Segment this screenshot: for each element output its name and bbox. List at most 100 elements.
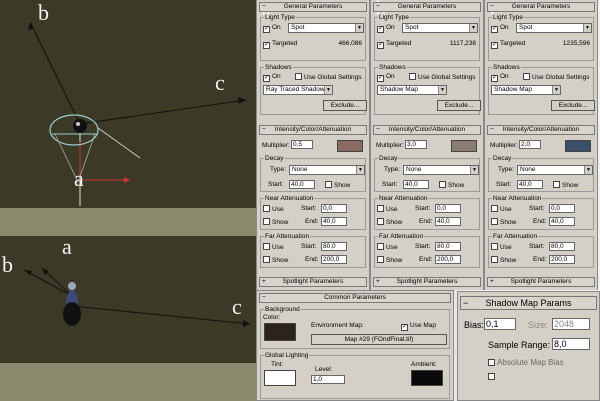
near-attenuation-group: Near Attenuation Use Start: 0,0 Show End… [260, 195, 366, 230]
rollout-general-parameters[interactable]: − General Parameters [487, 2, 595, 12]
far-end-spinner[interactable]: 200,0 [321, 255, 347, 264]
shadows-on-checkbox[interactable]: ✓ On [491, 73, 509, 82]
far-use-checkbox[interactable]: Use [491, 243, 512, 252]
targeted-checkbox[interactable]: ✓ Targeted [263, 40, 297, 49]
absolute-map-bias-checkbox[interactable]: Absolute Map Bias [488, 358, 564, 368]
on-checkbox[interactable]: ✓ On [491, 24, 509, 33]
light-type-group: Light Type ✓ On Spot ▼ ✓ Targeted 1235,596 [488, 14, 594, 61]
on-checkbox[interactable]: ✓ On [377, 24, 395, 33]
far-end-spinner[interactable]: 200,0 [549, 255, 575, 264]
tint-color-swatch[interactable] [264, 370, 296, 386]
shadow-type-dropdown[interactable]: Shadow Map ▼ [377, 85, 447, 95]
ground-strip-top [0, 208, 256, 236]
extra-checkbox[interactable] [488, 372, 497, 382]
decay-show-checkbox[interactable]: Show [553, 181, 578, 190]
rollout-general-parameters[interactable]: − General Parameters [373, 2, 481, 12]
near-show-checkbox[interactable]: Show [491, 218, 516, 227]
decay-type-dropdown[interactable]: None ▼ [517, 165, 593, 175]
scene-top [28, 21, 247, 206]
sample-range-spinner[interactable]: 8,0 [552, 338, 590, 350]
rollout-shadow-map-params[interactable]: − Shadow Map Params [460, 296, 597, 310]
light-type-dropdown[interactable]: Spot ▼ [288, 23, 364, 33]
decay-show-checkbox[interactable]: Show [325, 181, 350, 190]
decay-type-dropdown[interactable]: None ▼ [403, 165, 479, 175]
ambient-label: Ambient: [411, 361, 437, 368]
light-color-swatch[interactable] [565, 140, 591, 152]
rollout-intensity-color-attenuation[interactable]: − Intensity/Color/Attenuation [373, 125, 481, 135]
far-show-checkbox[interactable]: Show [491, 256, 516, 265]
chevron-down-icon: ▼ [469, 24, 477, 32]
near-end-spinner[interactable]: 40,0 [435, 217, 461, 226]
light-type-dropdown[interactable]: Spot ▼ [402, 23, 478, 33]
use-global-settings-checkbox[interactable]: Use Global Settings [523, 73, 589, 82]
label-c-top: c [215, 70, 225, 95]
exclude-button[interactable]: Exclude... [437, 100, 481, 111]
far-start-spinner[interactable]: 80,0 [435, 242, 461, 251]
use-global-settings-checkbox[interactable]: Use Global Settings [295, 73, 361, 82]
rollout-common-parameters[interactable]: − Common Parameters [259, 293, 451, 303]
far-start-spinner[interactable]: 80,0 [549, 242, 575, 251]
on-checkbox[interactable]: ✓ On [263, 24, 281, 33]
shadow-type-dropdown[interactable]: Shadow Map ▼ [491, 85, 561, 95]
shadows-group: Shadows ✓ On Use Global Settings Shadow M… [374, 64, 481, 115]
far-use-checkbox[interactable]: Use [377, 243, 398, 252]
far-show-checkbox[interactable]: Show [377, 256, 402, 265]
bias-spinner[interactable]: 0,1 [484, 318, 516, 330]
exclude-button[interactable]: Exclude... [323, 100, 367, 111]
rollout-spotlight-parameters[interactable]: + Spotlight Parameters [259, 277, 367, 287]
ambient-color-swatch[interactable] [411, 370, 443, 386]
bg-color-label: Color: [263, 314, 281, 321]
background-group: Background Color: Environment Map: ✓ Use … [260, 306, 450, 349]
rollout-intensity-color-attenuation[interactable]: − Intensity/Color/Attenuation [259, 125, 367, 135]
decay-start-spinner[interactable]: 40,0 [289, 180, 315, 189]
multiplier-spinner[interactable]: 3,0 [405, 140, 427, 149]
decay-start-spinner[interactable]: 40,0 [517, 180, 543, 189]
decay-start-spinner[interactable]: 40,0 [403, 180, 429, 189]
far-end-spinner[interactable]: 200,0 [435, 255, 461, 264]
near-start-spinner[interactable]: 0,0 [549, 204, 575, 213]
background-color-swatch[interactable] [264, 323, 296, 341]
size-label: Size: [528, 320, 549, 330]
far-use-checkbox[interactable]: Use [263, 243, 284, 252]
exclude-button[interactable]: Exclude... [551, 100, 595, 111]
global-lighting-title: Global Lighting [264, 352, 310, 359]
viewport-top[interactable]: b c a [0, 0, 256, 208]
near-show-checkbox[interactable]: Show [377, 218, 402, 227]
near-end-label: End: [419, 218, 433, 225]
light-type-dropdown[interactable]: Spot ▼ [516, 23, 592, 33]
decay-show-checkbox[interactable]: Show [439, 181, 464, 190]
rollout-general-parameters[interactable]: − General Parameters [259, 2, 367, 12]
rollout-spotlight-parameters[interactable]: + Spotlight Parameters [373, 277, 481, 287]
rollout-spotlight-parameters[interactable]: + Spotlight Parameters [487, 277, 595, 287]
targeted-checkbox[interactable]: ✓ Targeted [377, 40, 411, 49]
shadows-on-checkbox[interactable]: ✓ On [263, 73, 281, 82]
decay-type-label: Type: [270, 166, 286, 173]
light-color-swatch[interactable] [337, 140, 363, 152]
rollout-intensity-color-attenuation[interactable]: − Intensity/Color/Attenuation [487, 125, 595, 135]
near-end-spinner[interactable]: 40,0 [549, 217, 575, 226]
near-use-checkbox[interactable]: Use [263, 205, 284, 214]
shadows-on-checkbox[interactable]: ✓ On [377, 73, 395, 82]
shadow-type-dropdown[interactable]: Ray Traced Shadows ▼ [263, 85, 333, 95]
use-map-checkbox[interactable]: ✓ Use Map [401, 322, 436, 331]
far-start-spinner[interactable]: 80,0 [321, 242, 347, 251]
shadows-group: Shadows ✓ On Use Global Settings Ray Trac… [260, 64, 367, 115]
level-spinner[interactable]: 1,0 [311, 375, 345, 384]
near-use-checkbox[interactable]: Use [491, 205, 512, 214]
near-show-checkbox[interactable]: Show [263, 218, 288, 227]
environment-map-button[interactable]: Map #29 (FOndFinal.tif) [311, 334, 447, 345]
targeted-checkbox[interactable]: ✓ Targeted [491, 40, 525, 49]
near-start-spinner[interactable]: 0,0 [435, 204, 461, 213]
target-distance-value: 466,086 [338, 40, 363, 47]
near-use-checkbox[interactable]: Use [377, 205, 398, 214]
multiplier-spinner[interactable]: 0,5 [291, 140, 313, 149]
far-show-checkbox[interactable]: Show [263, 256, 288, 265]
near-end-spinner[interactable]: 40,0 [321, 217, 347, 226]
near-start-spinner[interactable]: 0,0 [321, 204, 347, 213]
multiplier-spinner[interactable]: 2,0 [519, 140, 541, 149]
viewport-bottom[interactable]: a b c [0, 236, 256, 363]
size-spinner[interactable]: 2048 [552, 318, 590, 330]
light-color-swatch[interactable] [451, 140, 477, 152]
use-global-settings-checkbox[interactable]: Use Global Settings [409, 73, 475, 82]
decay-type-dropdown[interactable]: None ▼ [289, 165, 365, 175]
